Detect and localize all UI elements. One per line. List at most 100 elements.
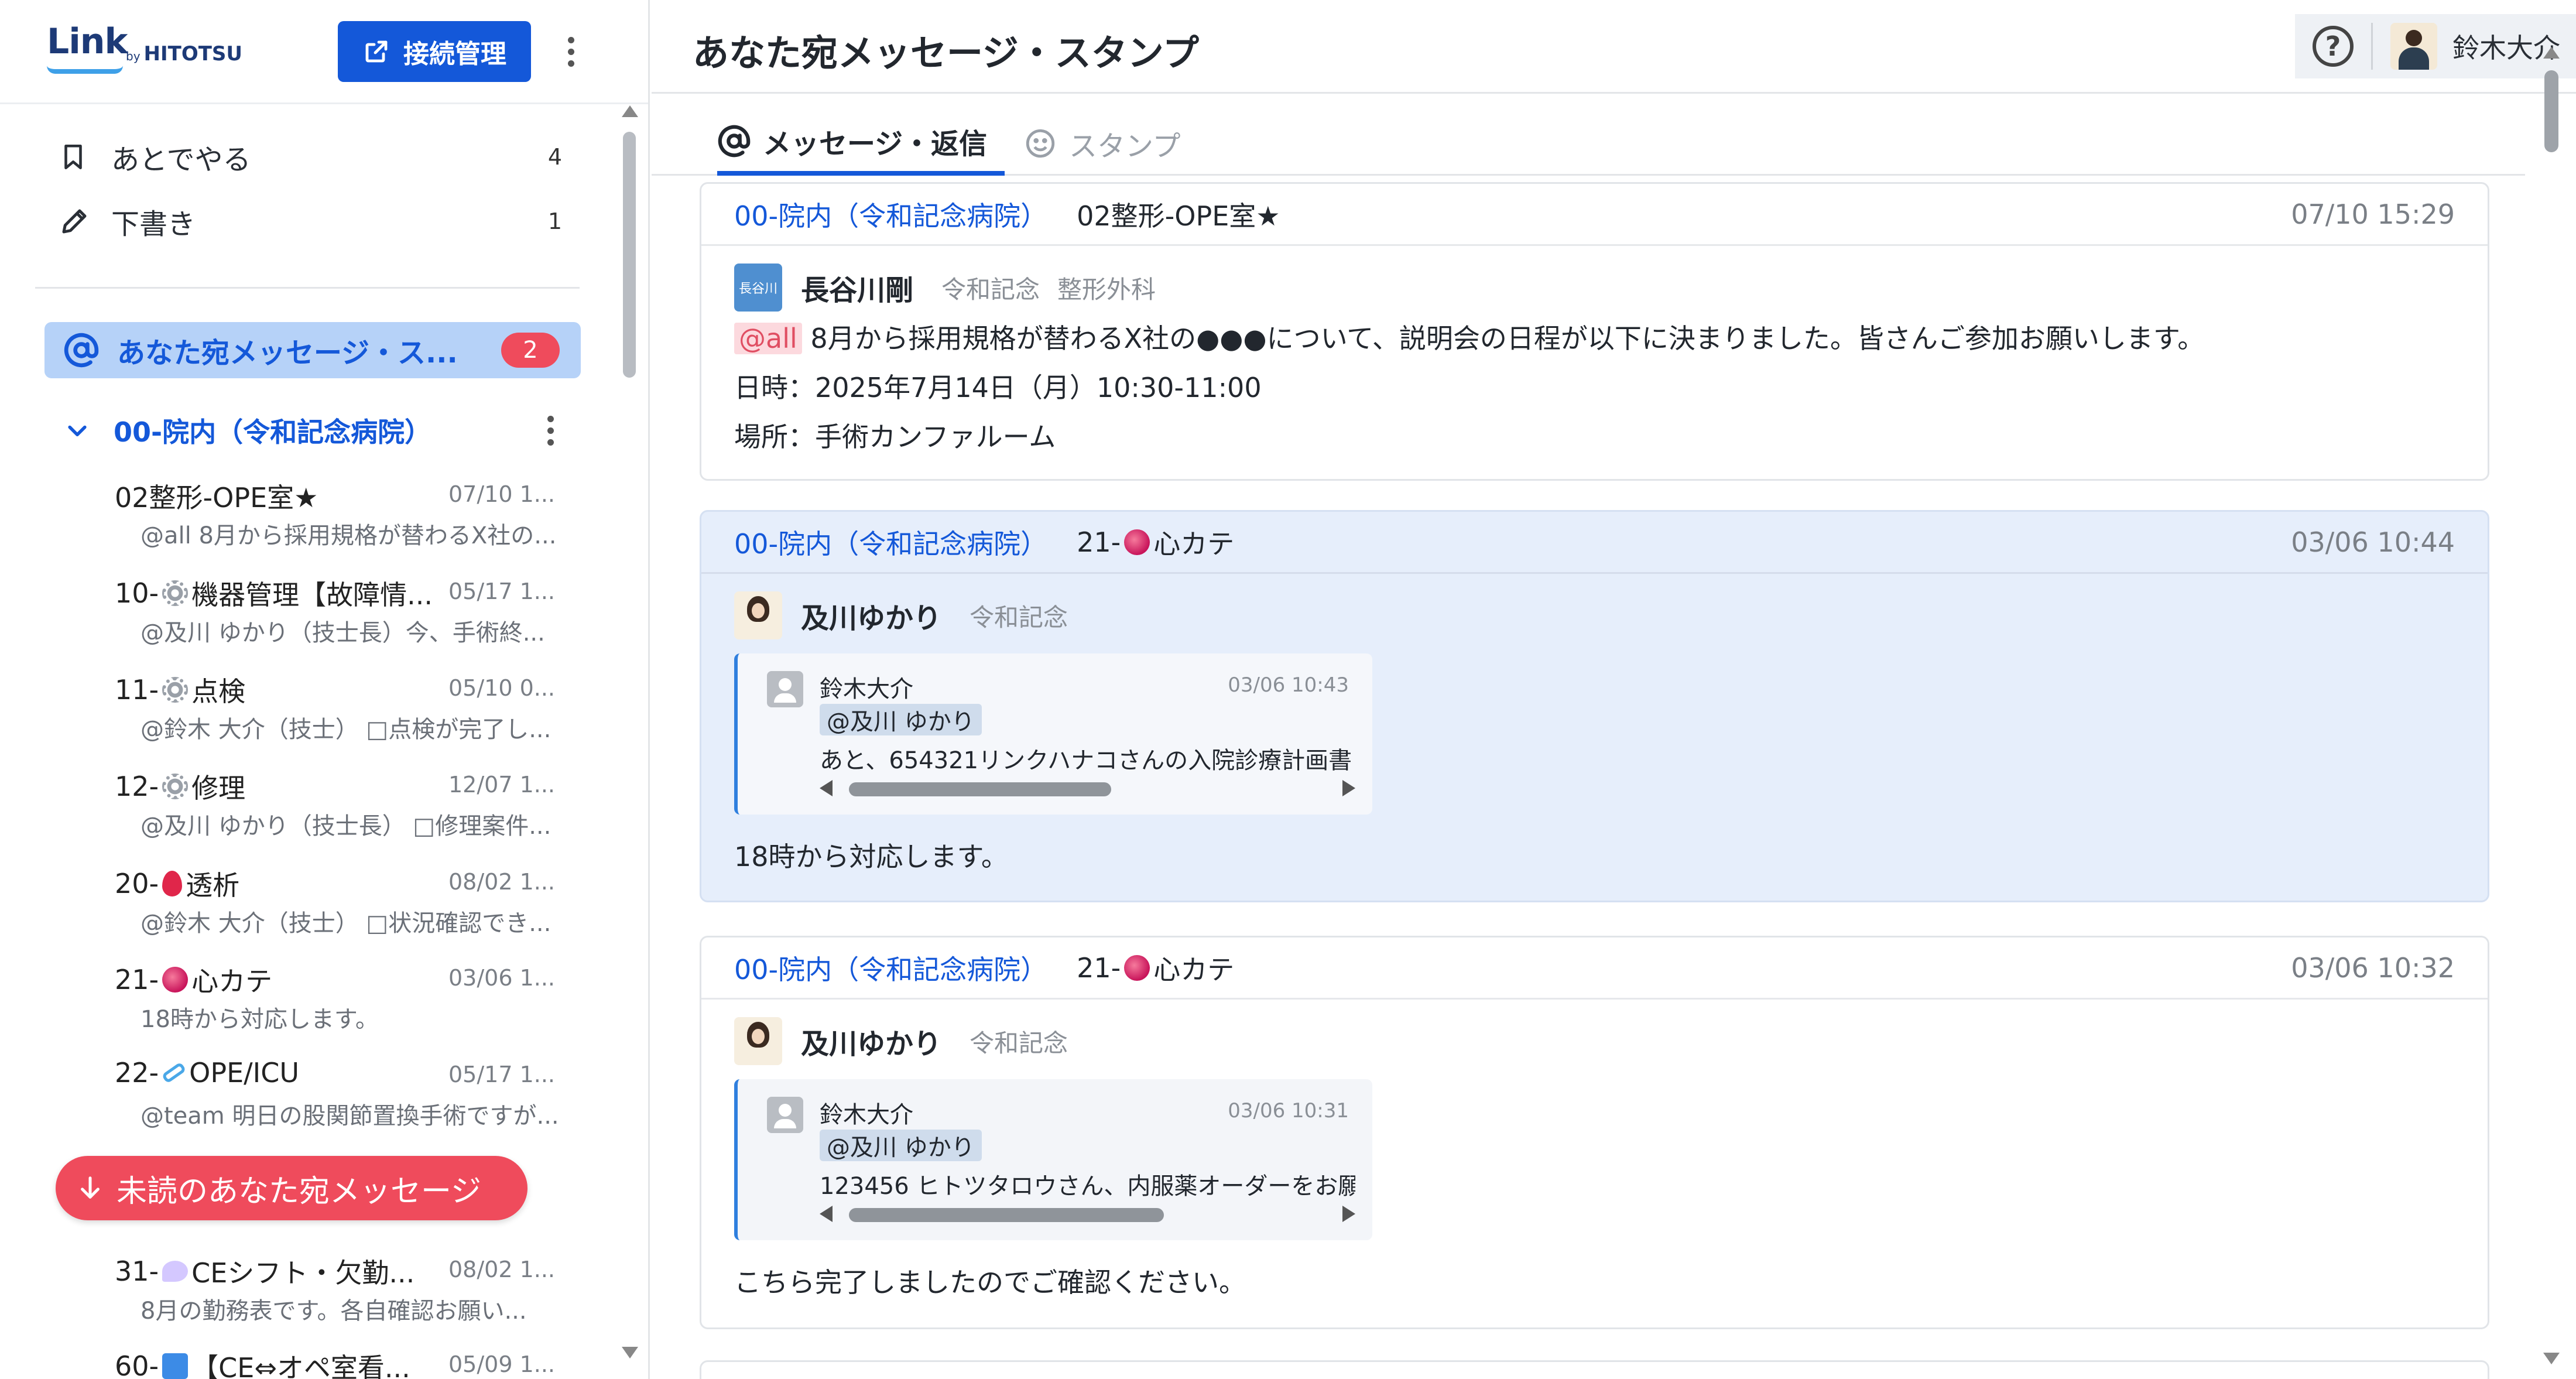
channel-name-prefix: 22- — [115, 1057, 159, 1089]
tab-stamps[interactable]: スタンプ — [1023, 111, 1181, 176]
message-author: 長谷川 長谷川剛 令和記念 整形外科 — [734, 261, 2455, 314]
channel-item[interactable]: 02整形-OPE室★ 07/10 1... @all 8月から採用規格が替わるX… — [115, 477, 566, 564]
channel-name-text: 透析 — [186, 870, 240, 901]
channel-name: 12- 修理 — [115, 767, 443, 806]
channel-item[interactable]: 21- 心カテ 03/06 1... 18時から対応します。 — [115, 960, 566, 1048]
tube-icon — [161, 1062, 187, 1084]
message-group-name[interactable]: 00-院内（令和記念病院） — [734, 195, 1047, 234]
channel-item[interactable]: 20- 透析 08/02 1... @鈴木 大介（技士） □状況確認でき... — [115, 864, 566, 952]
author-name[interactable]: 及川ゆかり — [801, 595, 941, 636]
connection-management-label: 接続管理 — [403, 39, 506, 69]
channel-item[interactable]: 22- OPE/ICU 05/17 1... @team 明日の股関節置換手術です… — [115, 1057, 566, 1145]
message-text: 18時から対応します。 — [734, 841, 1008, 872]
message-time: 03/06 10:32 — [2291, 952, 2455, 984]
channel-name-text: 02整形-OPE室★ — [115, 482, 318, 514]
quoted-mention-tag: @及川 ゆかり — [820, 1130, 982, 1161]
message-card[interactable]: 00-院内（令和記念病院） 02整形-OPE室★ 07/10 15:29 長谷川… — [700, 182, 2489, 481]
arrow-down-icon — [81, 1176, 100, 1199]
connection-management-button[interactable]: 接続管理 — [338, 21, 531, 82]
arrows-icon — [162, 1353, 189, 1379]
channel-item[interactable]: 60- 【CE⇔オペ室看... 05/09 1... — [115, 1347, 566, 1379]
sidebar-item-mentions[interactable]: あなた宛メッセージ・ス... 2 — [44, 322, 581, 378]
message-card[interactable]: 00-院内（令和記念病院） 21- 心カテ 03/06 10:44 及川ゆかり 令… — [700, 510, 2489, 902]
quoted-message[interactable]: 鈴木大介 03/06 10:31 @及川 ゆかり 123456 ヒトツタロウさん… — [734, 1079, 1372, 1240]
message-group-name[interactable]: 00-院内（令和記念病院） — [734, 949, 1047, 987]
scroll-up-arrow-icon[interactable] — [2543, 47, 2560, 59]
scroll-left-arrow-icon[interactable] — [820, 1206, 833, 1222]
author-avatar[interactable]: 長谷川 — [734, 264, 782, 312]
scroll-down-arrow-icon[interactable] — [2543, 1353, 2560, 1364]
quoted-scroll-thumb[interactable] — [849, 782, 1111, 796]
channel-item[interactable]: 12- 修理 12/07 1... @及川 ゆかり（技士長） □修理案件... — [115, 767, 566, 855]
chevron-down-icon[interactable] — [64, 418, 90, 443]
channel-name: 31- CEシフト・欠勤... — [115, 1252, 443, 1291]
channel-name-prefix: 12- — [115, 771, 159, 802]
quoted-scroll-thumb[interactable] — [849, 1208, 1164, 1222]
message-channel-name[interactable]: 02整形-OPE室★ — [1077, 195, 1280, 234]
message-group-name[interactable]: 00-院内（令和記念病院） — [734, 523, 1047, 562]
scroll-left-arrow-icon[interactable] — [820, 780, 833, 796]
scroll-up-arrow-icon[interactable] — [622, 105, 638, 117]
message-channel-name[interactable]: 21- 心カテ — [1077, 523, 1234, 562]
quoted-mention-tag: @及川 ゆかり — [820, 704, 982, 735]
channel-name-text: 点検 — [191, 676, 246, 707]
smiley-icon — [1026, 129, 1055, 158]
author-name[interactable]: 及川ゆかり — [801, 1021, 941, 1062]
message-card[interactable] — [700, 1360, 2489, 1379]
sidebar-item-drafts[interactable]: 下書き 1 — [59, 198, 562, 245]
sidebar-item-later-label: あとでやる — [111, 143, 251, 176]
quoted-message[interactable]: 鈴木大介 03/06 10:43 @及川 ゆかり あと、654321リンクハナコ… — [734, 653, 1372, 815]
message-card[interactable]: 00-院内（令和記念病院） 21- 心カテ 03/06 10:32 及川ゆかり 令… — [700, 936, 2489, 1329]
message-card-header[interactable]: 00-院内（令和記念病院） 02整形-OPE室★ 07/10 15:29 — [701, 184, 2488, 246]
message-channel-text: 心カテ — [1153, 528, 1235, 560]
channel-group-header[interactable]: 00-院内（令和記念病院） — [64, 404, 562, 457]
channel-name-text: 【CE⇔オペ室看... — [191, 1352, 410, 1379]
sidebar-scrollbar[interactable] — [619, 100, 640, 1376]
scroll-thumb[interactable] — [2544, 70, 2558, 152]
channel-name-prefix: 20- — [115, 868, 159, 899]
channel-time: 05/17 1... — [448, 1062, 556, 1087]
message-channel-prefix: 21- — [1077, 526, 1121, 558]
scroll-right-arrow-icon[interactable] — [1342, 1206, 1355, 1222]
message-body: 及川ゆかり 令和記念 鈴木大介 03/06 10:43 @及川 ゆかり あと、6… — [701, 574, 2488, 892]
message-author: 及川ゆかり 令和記念 — [734, 1015, 2455, 1067]
at-sign-icon — [64, 333, 99, 368]
author-avatar[interactable] — [734, 1017, 782, 1065]
message-card-header[interactable]: 00-院内（令和記念病院） 21- 心カテ 03/06 10:44 — [701, 512, 2488, 574]
message-channel-prefix: 21- — [1077, 952, 1121, 984]
quoted-author-avatar — [767, 671, 803, 707]
main-scrollbar[interactable] — [2540, 35, 2563, 1376]
scroll-thumb[interactable] — [623, 132, 636, 378]
link-logo[interactable]: Link by HITOTSU — [47, 21, 246, 77]
scroll-right-arrow-icon[interactable] — [1342, 780, 1355, 796]
channel-item[interactable]: 11- 点検 05/10 0... @鈴木 大介（技士） □点検が完了し... — [115, 670, 566, 758]
scroll-down-arrow-icon[interactable] — [622, 1347, 638, 1359]
message-channel-name[interactable]: 21- 心カテ — [1077, 949, 1234, 987]
user-avatar[interactable] — [2390, 23, 2437, 70]
help-icon[interactable]: ? — [2313, 26, 2354, 67]
message-card-header[interactable]: 00-院内（令和記念病院） 21- 心カテ 03/06 10:32 — [701, 937, 2488, 1000]
sidebar-more-menu-button[interactable] — [559, 28, 583, 75]
page-title: あなた宛メッセージ・スタンプ — [693, 32, 1199, 74]
author-avatar[interactable] — [734, 591, 782, 639]
unread-count-badge: 2 — [501, 333, 560, 368]
sidebar-divider — [35, 287, 580, 289]
channel-name: 21- 心カテ — [115, 960, 443, 999]
pencil-icon — [59, 206, 111, 237]
channel-item[interactable]: 10- 機器管理【故障情... 05/17 1... @及川 ゆかり（技士長）今、… — [115, 574, 566, 662]
author-name[interactable]: 長谷川剛 — [801, 267, 913, 308]
sidebar-header-divider — [0, 102, 648, 104]
sidebar-item-later[interactable]: あとでやる 4 — [59, 134, 562, 180]
message-text-line: @all 8月から採用規格が替わるX社の●●●について、説明会の日程が以下に決ま… — [734, 314, 2455, 363]
quoted-horizontal-scrollbar[interactable] — [820, 1202, 1355, 1226]
jump-to-unread-button[interactable]: 未読のあなた宛メッセージ — [56, 1156, 527, 1220]
author-department: 整形外科 — [1057, 275, 1156, 304]
group-more-menu-button[interactable] — [539, 407, 562, 454]
channel-item[interactable]: 31- CEシフト・欠勤... 08/02 1... 8月の勤務表です。各自確認お… — [115, 1252, 566, 1340]
quoted-horizontal-scrollbar[interactable] — [820, 776, 1355, 800]
quoted-author-avatar — [767, 1097, 803, 1133]
channel-name-text: CEシフト・欠勤... — [191, 1257, 415, 1289]
channel-time: 05/09 1... — [448, 1351, 556, 1377]
quoted-time: 03/06 10:43 — [1228, 673, 1349, 697]
tab-messages[interactable]: メッセージ・返信 — [717, 111, 1005, 176]
